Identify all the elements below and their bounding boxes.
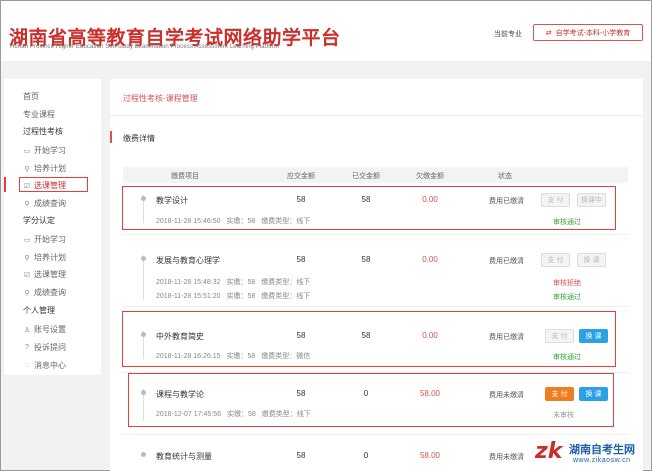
sidebar-item-complaint[interactable]: ? 投诉提问 [23,342,66,353]
timeline-dot [141,452,146,457]
book-icon: ▭ [23,236,31,244]
highlight-box [122,311,616,367]
timeline [143,255,144,299]
sidebar-group-personal: 个人管理 [23,306,55,315]
table-row: 发展与教育心理学 58 58 0.00 费用已缴清 支 付 换 课 2018-1… [123,243,628,307]
watermark-logo: zk [535,439,563,464]
swap-course-button[interactable]: 换 课 [577,253,606,267]
message-icon: ◌ [24,362,30,369]
payment-detail: 2018-11-28 15:51:20 实缴：58 缴费类型：线下 [156,293,311,300]
payment-status: 费用未缴清 [489,454,524,461]
payment-detail: 2018-11-28 15:48:32 实缴：58 缴费类型：线下 [156,279,311,286]
section-marker [110,131,112,143]
col-header-paid: 已交金额 [352,173,380,180]
divider [110,115,643,116]
swap-icon: ⇄ [545,29,552,37]
course-name: 教育统计与测量 [156,452,212,461]
rocket-icon: ⚲ [24,165,30,173]
active-item-highlight [19,177,88,192]
col-header-owed: 欠缴金额 [416,173,444,180]
search-icon: ⚲ [24,200,30,208]
current-major-label: 当前专业 [494,31,522,38]
watermark-text: 湖南自考生网 [569,444,635,456]
major-selector[interactable]: ⇄ 自学考试-本科-小学教育 [533,24,643,41]
header: 湖南省高等教育自学考试网络助学平台 Hunan Province Higher … [1,1,651,61]
platform-subtitle: Hunan Province Higher Education Self-stu… [10,44,279,50]
row-divider [123,306,628,307]
paid-amount: 58 [361,255,371,264]
sidebar-item-courses[interactable]: 专业课程 [23,109,55,120]
audit-status: 审核拒绝 [553,280,581,287]
breadcrumb: 过程性考核-课程管理 [123,94,198,103]
sidebar-item-start-learning[interactable]: ▭ 开始学习 [23,145,66,156]
sidebar-item-plan-2[interactable]: ⚲ 培养计划 [23,252,66,263]
row-divider [123,434,628,435]
sidebar-group-process: 过程性考核 [23,127,63,136]
owed-amount: 0.00 [422,255,438,264]
site-watermark: zk 湖南自考生网 www.zikaosw.cn [535,437,652,471]
checkbox-icon: ☑ [23,271,31,279]
sidebar-item-home[interactable]: 首页 [23,91,39,102]
sidebar-item-plan[interactable]: ⚲ 培养计划 [23,163,66,174]
sidebar-item-account[interactable]: ♙ 账号设置 [23,324,66,335]
sidebar-item-grades[interactable]: ⚲ 成绩查询 [23,198,66,209]
owed-amount: 58.00 [419,451,441,460]
section-title: 缴费详情 [123,134,155,143]
user-icon: ♙ [23,326,31,334]
book-icon: ▭ [23,147,31,155]
sidebar: 首页 专业课程 过程性考核 ▭ 开始学习 ⚲ 培养计划 ☑ 选课管理 ⚲ 成绩查询 学分… [4,79,101,375]
pay-button[interactable]: 支 付 [541,253,570,267]
question-icon: ? [25,344,29,351]
sidebar-item-course-management-2[interactable]: ☑ 选课管理 [23,269,66,280]
due-amount: 58 [296,451,306,460]
major-value: 自学考试-本科-小学教育 [555,29,631,37]
highlight-box [128,373,614,427]
paid-amount: 0 [363,451,369,460]
due-amount: 58 [296,255,306,264]
col-header-status: 状态 [498,173,512,180]
watermark-url: www.zikaosw.cn [573,457,631,464]
row-divider [123,234,628,235]
highlight-box [122,186,616,230]
col-header-due: 应交金额 [287,173,315,180]
active-indicator [4,177,6,192]
timeline-dot [141,256,146,261]
col-header-item: 缴费项目 [171,173,199,180]
top-bar [1,61,651,79]
sidebar-item-messages[interactable]: ◌ 消息中心 [23,360,66,371]
sidebar-group-credit: 学分认定 [23,216,55,225]
sidebar-item-grades-2[interactable]: ⚲ 成绩查询 [23,287,66,298]
course-name: 发展与教育心理学 [156,256,220,265]
sidebar-item-start-learning-2[interactable]: ▭ 开始学习 [23,234,66,245]
table-header: 缴费项目 应交金额 已交金额 欠缴金额 状态 [123,167,628,183]
audit-status: 审核通过 [553,294,581,301]
rocket-icon: ⚲ [24,254,30,262]
payment-status: 费用已缴清 [489,258,524,265]
search-icon: ⚲ [24,289,30,297]
